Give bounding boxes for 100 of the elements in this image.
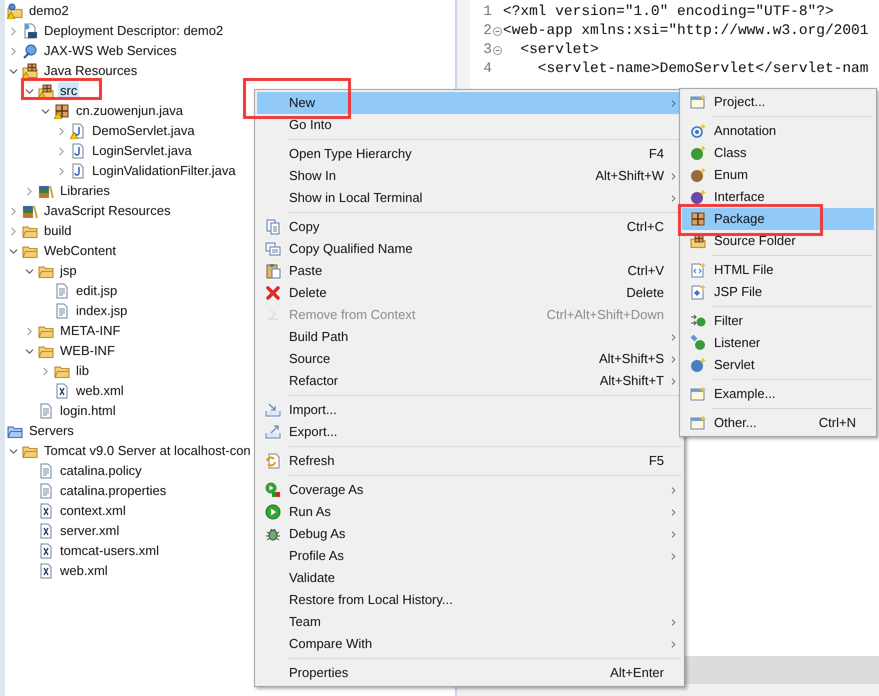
tree-item[interactable]: index.jsp: [74, 302, 130, 320]
warning-icon: [54, 112, 62, 119]
tree-item[interactable]: Java Resources: [42, 62, 140, 80]
menu-item[interactable]: Package: [682, 208, 874, 230]
code-line: <web-app xmlns:xsi="http://www.w3.org/2001: [503, 22, 868, 41]
menu-item[interactable]: Restore from Local History...: [257, 589, 682, 611]
menu-item[interactable]: Build Path: [257, 326, 682, 348]
menu-item[interactable]: Paste Ctrl+V: [257, 260, 682, 282]
menu-item[interactable]: Copy Qualified Name: [257, 238, 682, 260]
package-icon: [690, 211, 706, 227]
tree-item[interactable]: catalina.policy: [58, 462, 144, 480]
pages-icon: [265, 219, 281, 235]
tree-item[interactable]: context.xml: [58, 502, 128, 520]
menu-item[interactable]: New: [257, 92, 682, 114]
tree-item[interactable]: Tomcat v9.0 Server at localhost-con: [42, 442, 253, 460]
menu-item[interactable]: Go Into: [257, 114, 682, 136]
menu-item[interactable]: Show In Alt+Shift+W: [257, 165, 682, 187]
menu-item[interactable]: Listener: [682, 332, 874, 354]
tree-item[interactable]: web.xml: [58, 562, 110, 580]
bug-icon: [265, 526, 281, 542]
refresh-icon: [265, 453, 281, 469]
menu-item[interactable]: Show in Local Terminal: [257, 187, 682, 209]
line-number: 3: [482, 40, 492, 60]
menu-item[interactable]: Team: [257, 611, 682, 633]
tree-item[interactable]: catalina.properties: [58, 482, 168, 500]
menu-item[interactable]: Validate: [257, 567, 682, 589]
menu-item[interactable]: JSP File: [682, 281, 874, 303]
tree-item[interactable]: tomcat-users.xml: [58, 542, 161, 560]
package-folder-icon: [690, 233, 706, 249]
menu-item[interactable]: Annotation: [682, 120, 874, 142]
menu-item[interactable]: Project...: [682, 91, 874, 113]
tree-item[interactable]: build: [42, 222, 74, 240]
html-file-icon: [690, 262, 706, 278]
tree-item[interactable]: JAX-WS Web Services: [42, 42, 179, 60]
tree-item[interactable]: META-INF: [58, 322, 122, 340]
menu-item[interactable]: Class: [682, 142, 874, 164]
clipboard-icon: [265, 263, 281, 279]
warning-icon: [22, 72, 30, 79]
jsp-file-icon: [690, 284, 706, 300]
tree-item[interactable]: LoginValidationFilter.java: [90, 162, 238, 180]
menu-item[interactable]: Example...: [682, 383, 874, 405]
menu-item[interactable]: Import...: [257, 399, 682, 421]
warning-icon: [70, 132, 78, 139]
pages-icon: [265, 241, 281, 257]
menu-item[interactable]: Open Type Hierarchy F4: [257, 143, 682, 165]
line-number: 4: [482, 60, 492, 79]
tree-item[interactable]: DemoServlet.java: [90, 122, 197, 140]
window-icon: [690, 386, 706, 402]
menu-item[interactable]: Profile As: [257, 545, 682, 567]
delete-icon: [265, 285, 281, 301]
filter-icon: [690, 313, 706, 329]
menu-item[interactable]: Run As: [257, 501, 682, 523]
tree-item[interactable]: Libraries: [58, 182, 112, 200]
menu-item[interactable]: Refresh F5: [257, 450, 682, 472]
menu-item[interactable]: Enum: [682, 164, 874, 186]
at-circle-icon: [690, 123, 706, 139]
menu-item[interactable]: Interface: [682, 186, 874, 208]
class-icon: [690, 145, 706, 161]
menu-item[interactable]: Servlet: [682, 354, 874, 376]
code-line: <servlet>: [519, 40, 599, 60]
tree-item[interactable]: web.xml: [74, 382, 126, 400]
tree-item[interactable]: server.xml: [58, 522, 122, 540]
menu-item[interactable]: Refactor Alt+Shift+T: [257, 370, 682, 392]
tree-item[interactable]: LoginServlet.java: [90, 142, 194, 160]
listener-icon: [690, 335, 706, 351]
tree-item[interactable]: cn.zuowenjun.java: [74, 102, 185, 120]
tree-item[interactable]: demo2: [27, 2, 71, 20]
menu-item[interactable]: Debug As: [257, 523, 682, 545]
warning-icon: [7, 12, 15, 19]
menu-item[interactable]: Filter: [682, 310, 874, 332]
menu-item[interactable]: Delete Delete: [257, 282, 682, 304]
line-number: 2: [482, 22, 492, 41]
fold-icon[interactable]: [493, 27, 502, 36]
tree-item[interactable]: WebContent: [42, 242, 118, 260]
tree-item[interactable]: WEB-INF: [58, 342, 117, 360]
fold-icon[interactable]: [493, 46, 502, 55]
menu-item[interactable]: Properties Alt+Enter: [257, 662, 682, 684]
menu-item[interactable]: Compare With: [257, 633, 682, 655]
menu-item[interactable]: Coverage As: [257, 479, 682, 501]
warning-icon: [38, 92, 46, 99]
export-icon: [265, 424, 281, 440]
interface-icon: [690, 189, 706, 205]
menu-item[interactable]: Other... Ctrl+N: [682, 412, 874, 434]
menu-item[interactable]: Source Alt+Shift+S: [257, 348, 682, 370]
menu-item[interactable]: HTML File: [682, 259, 874, 281]
servlet-icon: [690, 357, 706, 373]
menu-item[interactable]: Copy Ctrl+C: [257, 216, 682, 238]
menu-item[interactable]: Export...: [257, 421, 682, 443]
tree-item[interactable]: login.html: [58, 402, 118, 420]
tree-item[interactable]: edit.jsp: [74, 282, 120, 300]
window-icon: [690, 415, 706, 431]
import-icon: [265, 402, 281, 418]
tree-item[interactable]: Servers: [27, 422, 76, 440]
line-number: 1: [482, 2, 492, 22]
menu-item[interactable]: Source Folder: [682, 230, 874, 252]
tree-item[interactable]: Deployment Descriptor: demo2: [42, 22, 226, 40]
play-icon: [265, 482, 281, 498]
tree-item[interactable]: JavaScript Resources: [42, 202, 172, 220]
tree-item[interactable]: jsp: [58, 262, 79, 280]
tree-item[interactable]: lib: [74, 362, 92, 380]
